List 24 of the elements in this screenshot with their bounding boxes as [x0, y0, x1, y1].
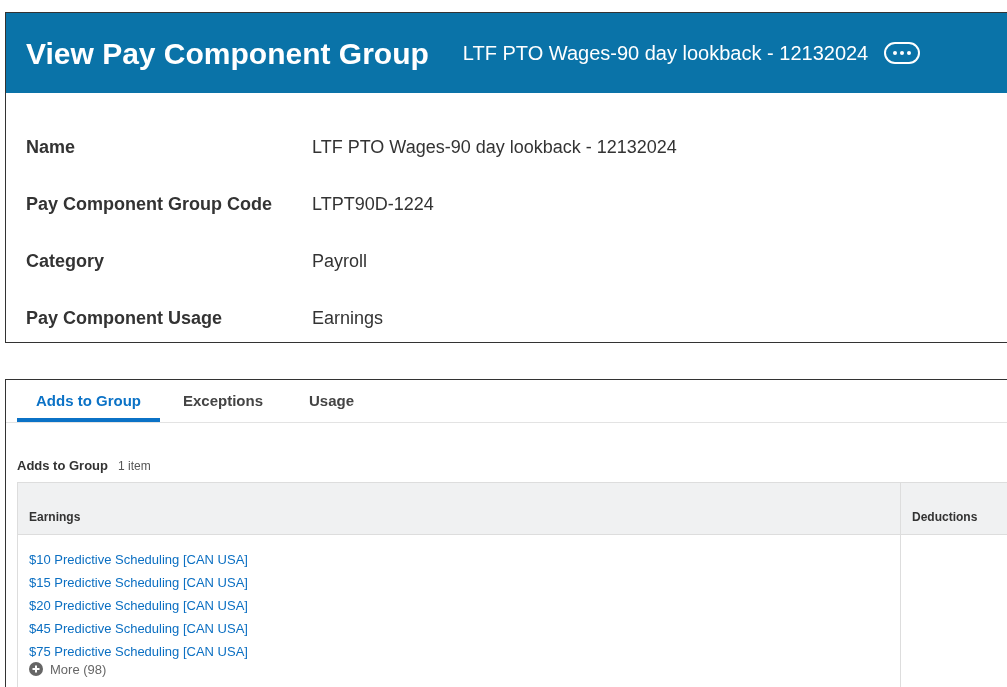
- ellipsis-icon: [892, 51, 913, 55]
- tab[interactable]: Usage: [286, 380, 378, 422]
- column-header: Earnings: [18, 482, 901, 534]
- field-label: Pay Component Group Code: [26, 192, 273, 216]
- tab[interactable]: Adds to Group: [17, 380, 160, 422]
- earning-link[interactable]: $15 Predictive Scheduling [CAN USA]: [29, 573, 248, 597]
- plus-circle-icon: [29, 662, 43, 677]
- more-actions-button[interactable]: [884, 42, 921, 64]
- earning-link[interactable]: $20 Predictive Scheduling [CAN USA]: [29, 596, 248, 620]
- field-value: LTPT90D-1224: [312, 192, 434, 216]
- field-value: Payroll: [312, 249, 368, 273]
- tab[interactable]: Exceptions: [160, 380, 287, 422]
- column-header: Deductions: [911, 508, 978, 526]
- field-label: Pay Component Usage: [26, 306, 224, 330]
- page-title: View Pay Component Group: [26, 35, 429, 72]
- field-value: Earnings: [312, 306, 384, 330]
- field-label: Category: [26, 249, 106, 273]
- item-count: 1 item: [118, 458, 151, 475]
- earning-link[interactable]: $10 Predictive Scheduling [CAN USA]: [29, 550, 248, 574]
- field-label: Name: [26, 135, 77, 159]
- record-title: LTF PTO Wages-90 day lookback - 12132024: [462, 41, 869, 66]
- section-title: Adds to Group: [17, 457, 108, 475]
- field-value: LTF PTO Wages-90 day lookback - 12132024: [312, 135, 677, 159]
- earning-link[interactable]: $45 Predictive Scheduling [CAN USA]: [29, 619, 248, 643]
